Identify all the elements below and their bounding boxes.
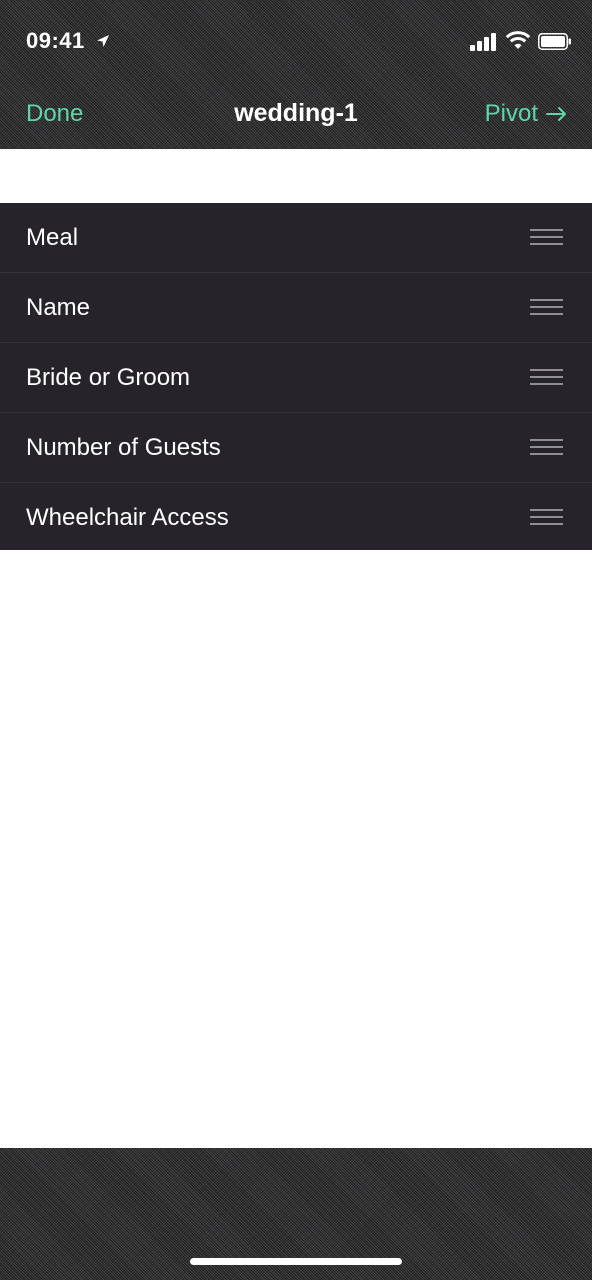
battery-icon	[538, 33, 571, 50]
app-screen: 09:41 Done wedding-1 Pivot Meal Name Bri…	[0, 0, 592, 1280]
field-row-bride-or-groom[interactable]: Bride or Groom	[0, 343, 592, 413]
drag-handle-icon[interactable]	[530, 299, 563, 319]
drag-handle-icon[interactable]	[530, 229, 563, 249]
status-bar: 09:41	[0, 0, 592, 88]
signal-icon	[470, 33, 496, 51]
pivot-button[interactable]: Pivot	[485, 100, 568, 128]
field-label: Number of Guests	[26, 434, 221, 461]
location-arrow-icon	[97, 35, 109, 47]
field-label: Wheelchair Access	[26, 504, 229, 531]
done-button[interactable]: Done	[26, 100, 83, 128]
field-list: Meal Name Bride or Groom Number of Guest…	[0, 203, 592, 550]
field-label: Name	[26, 294, 91, 321]
nav-bar: Done wedding-1 Pivot	[0, 88, 592, 149]
field-row-wheelchair-access[interactable]: Wheelchair Access	[0, 483, 592, 553]
header: 09:41 Done wedding-1 Pivot	[0, 0, 592, 149]
field-label: Meal	[26, 224, 79, 251]
bottom-bar	[0, 1148, 592, 1280]
wifi-icon	[505, 31, 531, 49]
field-row-meal[interactable]: Meal	[0, 203, 592, 273]
drag-handle-icon[interactable]	[530, 369, 563, 389]
pivot-label: Pivot	[484, 100, 538, 127]
drag-handle-icon[interactable]	[530, 509, 563, 529]
field-row-number-of-guests[interactable]: Number of Guests	[0, 413, 592, 483]
field-row-name[interactable]: Name	[0, 273, 592, 343]
status-time: 09:41	[26, 28, 85, 53]
home-indicator[interactable]	[190, 1258, 402, 1265]
arrow-right-icon	[546, 107, 566, 121]
field-label: Bride or Groom	[26, 364, 191, 391]
drag-handle-icon[interactable]	[530, 439, 563, 459]
